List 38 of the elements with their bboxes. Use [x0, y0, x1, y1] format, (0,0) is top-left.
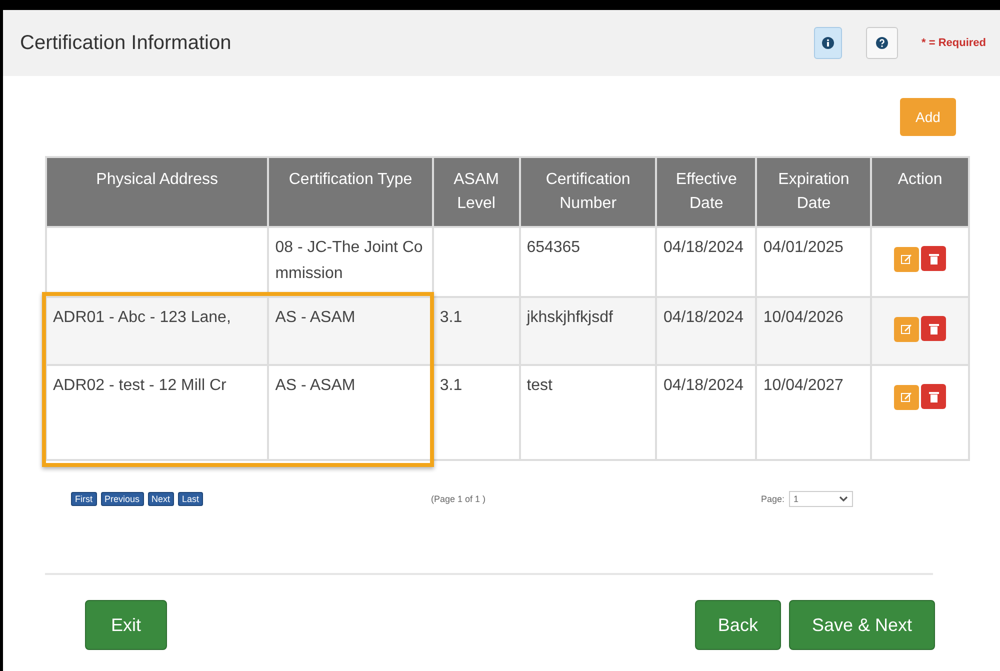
pager-button[interactable]: Previous [100, 492, 144, 506]
pager-button[interactable]: First [71, 492, 96, 506]
page-info: (Page 1 of 1 ) [431, 494, 487, 504]
required-note: * = Required [922, 37, 986, 49]
delete-button[interactable] [921, 316, 946, 341]
edit-icon [901, 324, 912, 334]
delete-button[interactable] [921, 246, 946, 271]
page-label: Page: [761, 494, 785, 504]
table-cell: 10/04/2027 [756, 365, 872, 460]
table-cell: 3.1 [432, 365, 520, 460]
chevron-icon [838, 496, 848, 502]
column-header: Effective Date [656, 157, 756, 227]
trash-icon [928, 390, 939, 402]
column-header: Action [871, 157, 969, 227]
table-cell: ADR02 - test - 12 Mill Cr [46, 365, 268, 460]
column-header: Expiration Date [756, 157, 872, 227]
section-title: Certification Information [20, 32, 232, 54]
save-next-button[interactable]: Save & Next [788, 600, 935, 650]
info-icon [822, 37, 834, 49]
trash-icon [928, 322, 939, 334]
trash-icon [928, 252, 939, 264]
column-header: ASAM Level [432, 157, 520, 227]
table-cell: 04/18/2024 [656, 365, 756, 460]
exit-button[interactable]: Exit [85, 600, 167, 650]
info-button[interactable] [814, 27, 842, 59]
page-select[interactable]: 1 [788, 491, 853, 507]
column-header: Physical Address [46, 157, 268, 227]
help-icon [876, 37, 888, 49]
pager-button[interactable]: Last [178, 492, 204, 506]
delete-button[interactable] [921, 384, 946, 409]
column-header: Certification Number [520, 157, 656, 227]
help-button[interactable] [866, 27, 898, 59]
edit-icon [901, 392, 912, 402]
edit-icon [901, 254, 912, 264]
back-button[interactable]: Back [694, 600, 781, 650]
table-cell: test [520, 365, 656, 460]
pager-button[interactable]: Next [148, 492, 174, 506]
column-header: Certification Type [268, 157, 433, 227]
